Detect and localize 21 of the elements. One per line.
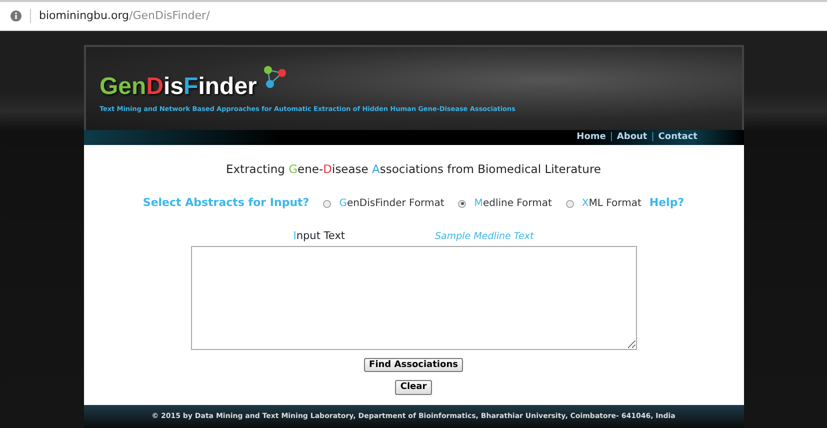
radio-button[interactable] [566, 200, 574, 208]
nav-link[interactable]: About [616, 130, 648, 144]
nav-link[interactable]: Home [576, 130, 606, 144]
nav-separator: | [608, 130, 614, 144]
site-info-icon[interactable] [10, 10, 22, 22]
nav-link[interactable]: Contact [658, 130, 698, 144]
site-logo: GenDisFinder [100, 75, 257, 99]
format-label[interactable]: GenDisFinder Format [339, 196, 444, 211]
molecule-icon [262, 65, 288, 91]
format-label[interactable]: Medline Format [474, 196, 552, 211]
address-field[interactable]: biominingbu.org/GenDisFinder/ [39, 8, 210, 24]
input-label: Input Text [293, 228, 346, 244]
find-associations-button[interactable]: Find Associations [364, 358, 463, 372]
radio-button[interactable] [458, 200, 466, 208]
input-text-area[interactable] [190, 246, 636, 350]
clear-button[interactable]: Clear [395, 380, 432, 396]
radio-button[interactable] [323, 200, 332, 208]
format-prompt: Select Abstracts for Input? [142, 195, 310, 212]
page-heading: Extracting Gene-Disease Associations from Biomedical Literature [226, 161, 602, 178]
nav-separator: | [650, 130, 656, 144]
format-label[interactable]: XML Format [582, 196, 642, 211]
